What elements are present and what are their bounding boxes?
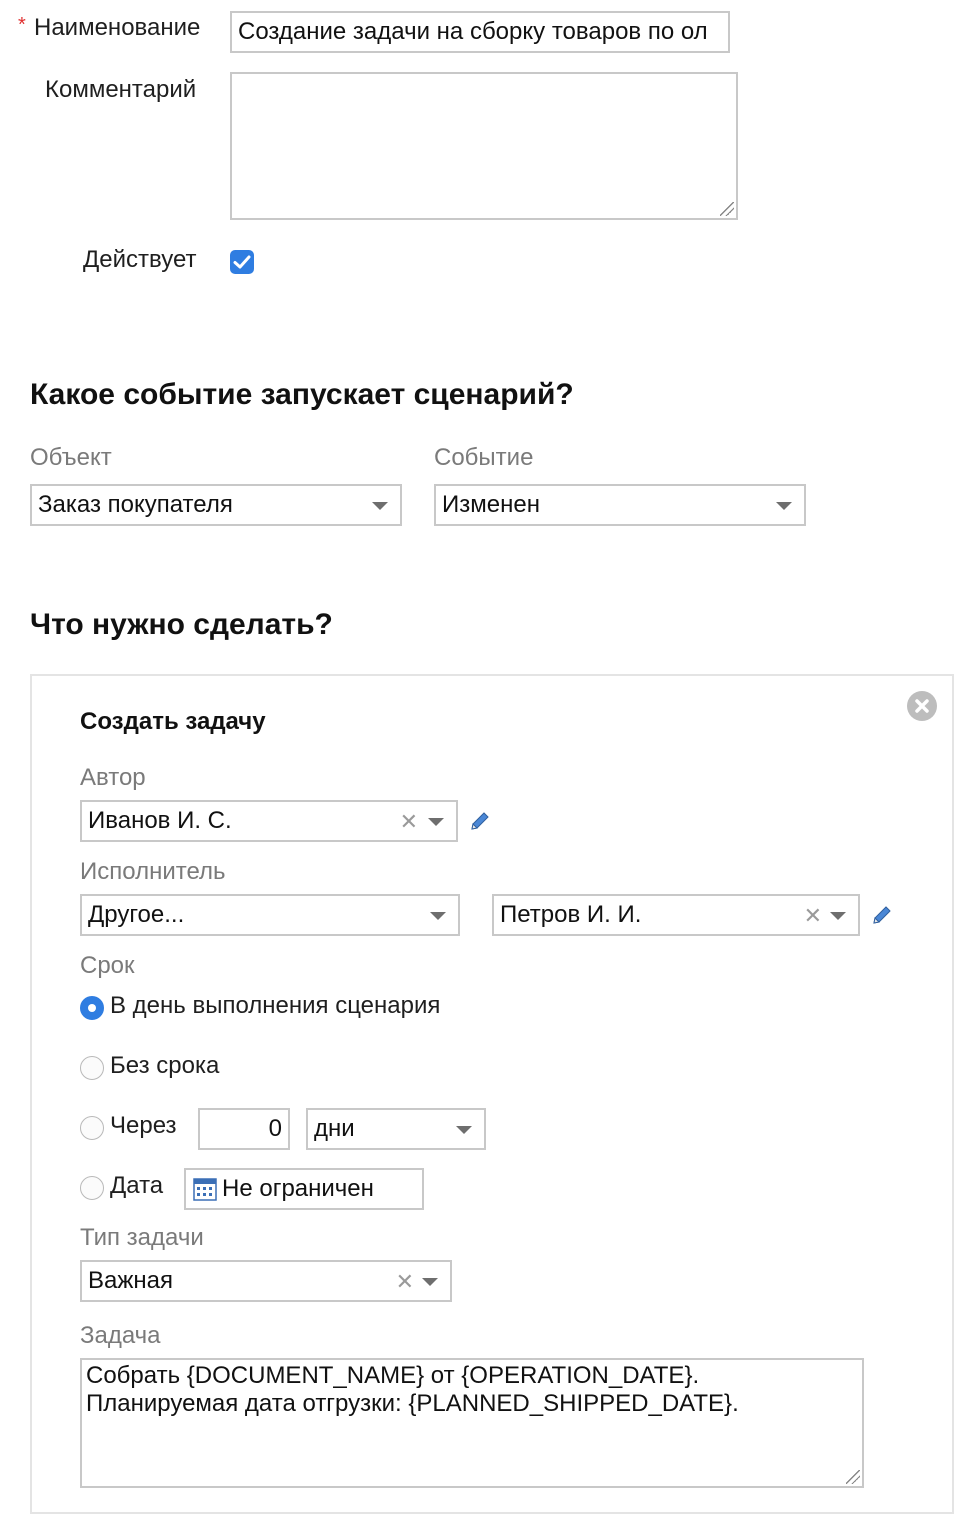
deadline-radio-date[interactable] xyxy=(80,1176,104,1200)
clear-icon[interactable]: ✕ xyxy=(804,905,822,927)
chevron-down-icon xyxy=(776,502,792,510)
task-type-value: Важная xyxy=(88,1267,174,1294)
assignee-type-select[interactable]: Другое... xyxy=(80,894,460,936)
date-input[interactable]: Не ограничен xyxy=(184,1168,424,1210)
comment-label: Комментарий xyxy=(45,76,197,103)
chevron-down-icon xyxy=(422,1278,438,1286)
chevron-down-icon xyxy=(830,912,846,920)
name-input-value: Создание задачи на сборку товаров по ол xyxy=(238,18,708,45)
after-unit-value: дни xyxy=(314,1115,355,1142)
pencil-icon[interactable] xyxy=(870,903,894,927)
name-label: Наименование xyxy=(34,14,201,41)
pencil-icon[interactable] xyxy=(468,809,492,833)
after-days-input[interactable]: 0 xyxy=(198,1108,290,1150)
event-select[interactable]: Изменен xyxy=(434,484,806,526)
card-title: Создать задачу xyxy=(80,708,266,735)
task-type-select[interactable]: Важная ✕ xyxy=(80,1260,452,1302)
task-type-label: Тип задачи xyxy=(80,1224,204,1251)
chevron-down-icon xyxy=(428,818,444,826)
assignee-select[interactable]: Петров И. И. ✕ xyxy=(492,894,860,936)
assignee-label: Исполнитель xyxy=(80,858,226,885)
after-days-value: 0 xyxy=(268,1115,282,1142)
clear-icon[interactable]: ✕ xyxy=(396,1271,414,1293)
task-text: Собрать {DOCUMENT_NAME} от {OPERATION_DA… xyxy=(86,1362,739,1417)
comment-textarea[interactable] xyxy=(230,72,738,220)
deadline-option-none: Без срока xyxy=(110,1052,220,1079)
chevron-down-icon xyxy=(456,1126,472,1134)
chevron-down-icon xyxy=(430,912,446,920)
deadline-radio-after[interactable] xyxy=(80,1116,104,1140)
deadline-radio-on-day[interactable] xyxy=(80,996,104,1020)
required-mark: * xyxy=(18,14,26,36)
deadline-option-date: Дата xyxy=(110,1172,164,1199)
resize-handle-icon[interactable] xyxy=(720,202,734,216)
author-select-value: Иванов И. С. xyxy=(88,807,232,834)
checkmark-icon xyxy=(233,255,251,269)
task-label: Задача xyxy=(80,1322,161,1349)
close-icon xyxy=(915,699,929,713)
trigger-heading: Какое событие запускает сценарий? xyxy=(30,378,574,411)
event-select-value: Изменен xyxy=(442,491,540,518)
object-label: Объект xyxy=(30,444,112,471)
deadline-option-on-day: В день выполнения сценария xyxy=(110,992,441,1019)
object-select-value: Заказ покупателя xyxy=(38,491,233,518)
name-input[interactable]: Создание задачи на сборку товаров по ол xyxy=(230,11,730,53)
deadline-radio-none[interactable] xyxy=(80,1056,104,1080)
deadline-option-after: Через xyxy=(110,1112,177,1139)
after-unit-select[interactable]: дни xyxy=(306,1108,486,1150)
action-heading: Что нужно сделать? xyxy=(30,608,333,641)
active-checkbox[interactable] xyxy=(230,250,254,274)
clear-icon[interactable]: ✕ xyxy=(400,811,418,833)
event-label: Событие xyxy=(434,444,534,471)
task-textarea[interactable]: Собрать {DOCUMENT_NAME} от {OPERATION_DA… xyxy=(80,1358,864,1488)
date-value: Не ограничен xyxy=(222,1175,374,1202)
chevron-down-icon xyxy=(372,502,388,510)
assignee-select-value: Петров И. И. xyxy=(500,901,642,928)
active-label: Действует xyxy=(83,246,197,273)
object-select[interactable]: Заказ покупателя xyxy=(30,484,402,526)
assignee-type-value: Другое... xyxy=(88,901,185,928)
author-label: Автор xyxy=(80,764,146,791)
resize-handle-icon[interactable] xyxy=(846,1470,860,1484)
calendar-icon[interactable] xyxy=(192,1176,218,1202)
deadline-label: Срок xyxy=(80,952,135,979)
author-select[interactable]: Иванов И. С. ✕ xyxy=(80,800,458,842)
remove-action-button[interactable] xyxy=(907,691,937,721)
